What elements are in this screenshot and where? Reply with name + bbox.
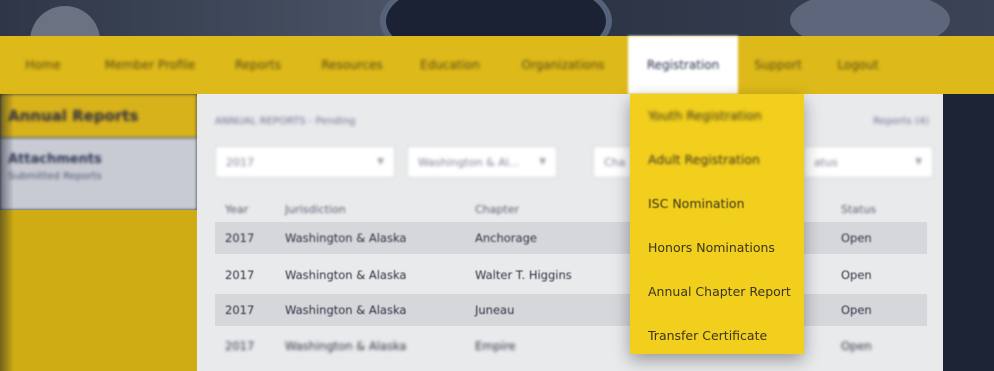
cell-jurisdiction: Washington & Alaska [285,231,407,245]
nav-home[interactable]: Home [0,36,86,94]
cell-chapter: Walter T. Higgins [475,268,572,282]
sidebar-item-sublabel: Submitted Reports [8,171,102,182]
cell-jurisdiction: Washington & Alaska [285,268,407,282]
table-row[interactable]: 2017 Washington & Alaska Walter T. Higgi… [215,259,927,291]
nav-resources[interactable]: Resources [302,36,402,94]
right-gutter [943,94,994,371]
cell-status: Open [841,339,872,353]
sidebar-filler [0,210,197,371]
hero-banner [0,0,994,40]
cell-chapter: Empire [475,339,516,353]
chapter-select-value: Cha [604,155,626,169]
chevron-down-icon: ▼ [915,157,922,167]
cell-status: Open [841,303,872,317]
table-row[interactable]: 2017 Washington & Alaska Anchorage Open [215,222,927,254]
cell-chapter: Juneau [475,303,515,317]
menu-item-isc-nomination[interactable]: ISC Nomination [648,196,745,211]
menu-item-youth-registration[interactable]: Youth Registration [648,108,762,123]
menu-item-annual-chapter-report[interactable]: Annual Chapter Report [648,284,791,299]
nav-organizations[interactable]: Organizations [498,36,628,94]
banner-graphic [380,0,612,40]
menu-item-honors-nominations[interactable]: Honors Nominations [648,240,775,255]
column-header-jurisdiction[interactable]: Jurisdiction [285,197,346,221]
sidebar: Annual Reports Attachments Submitted Rep… [0,94,197,371]
year-select[interactable]: 2017 ▼ [215,146,395,178]
nav-logout[interactable]: Logout [818,36,898,94]
jurisdiction-select-value: Washington & Al... [418,155,520,169]
table-header: Year Jurisdiction Chapter Status [215,197,927,221]
year-select-value: 2017 [226,155,254,169]
column-header-chapter[interactable]: Chapter [475,197,519,221]
banner-graphic [790,0,950,40]
cell-chapter: Anchorage [475,231,537,245]
nav-education[interactable]: Education [402,36,498,94]
table-row[interactable]: 2017 Washington & Alaska Juneau Open [215,294,927,326]
cell-jurisdiction: Washington & Alaska [285,303,407,317]
cell-year: 2017 [225,231,255,245]
menu-item-adult-registration[interactable]: Adult Registration [648,152,760,167]
edge-shadow [0,94,14,371]
breadcrumb: ANNUAL REPORTS - Pending [215,116,356,127]
table-row[interactable]: 2017 Washington & Alaska Empire Open [215,330,927,362]
main-nav: Home Member Profile Reports Resources Ed… [0,36,994,94]
nav-member-profile[interactable]: Member Profile [86,36,214,94]
jurisdiction-select[interactable]: Washington & Al... ▼ [407,146,557,178]
chapter-select[interactable]: Cha [593,146,633,178]
cell-year: 2017 [225,303,255,317]
cell-year: 2017 [225,268,255,282]
banner-graphic [30,6,100,40]
nav-registration[interactable]: Registration [628,36,738,94]
sidebar-title: Annual Reports [0,94,197,138]
registration-dropdown-menu: Youth Registration Adult Registration IS… [630,94,804,354]
status-select-value: atus [814,155,838,169]
cell-jurisdiction: Washington & Alaska [285,339,407,353]
column-header-status[interactable]: Status [841,197,876,221]
chevron-down-icon: ▼ [539,157,546,167]
column-header-year[interactable]: Year [225,197,248,221]
sidebar-item-label: Attachments [8,152,102,167]
cell-status: Open [841,231,872,245]
chevron-down-icon: ▼ [377,157,384,167]
nav-support[interactable]: Support [738,36,818,94]
nav-reports[interactable]: Reports [214,36,302,94]
main-panel: ANNUAL REPORTS - Pending Reports (4) 201… [197,94,943,371]
menu-item-transfer-certificate[interactable]: Transfer Certificate [648,328,767,343]
cell-year: 2017 [225,339,255,353]
reports-count-link[interactable]: Reports (4) [873,116,929,127]
cell-status: Open [841,268,872,282]
status-select[interactable]: atus ▼ [803,146,933,178]
sidebar-item-attachments[interactable]: Attachments Submitted Reports [0,138,197,210]
